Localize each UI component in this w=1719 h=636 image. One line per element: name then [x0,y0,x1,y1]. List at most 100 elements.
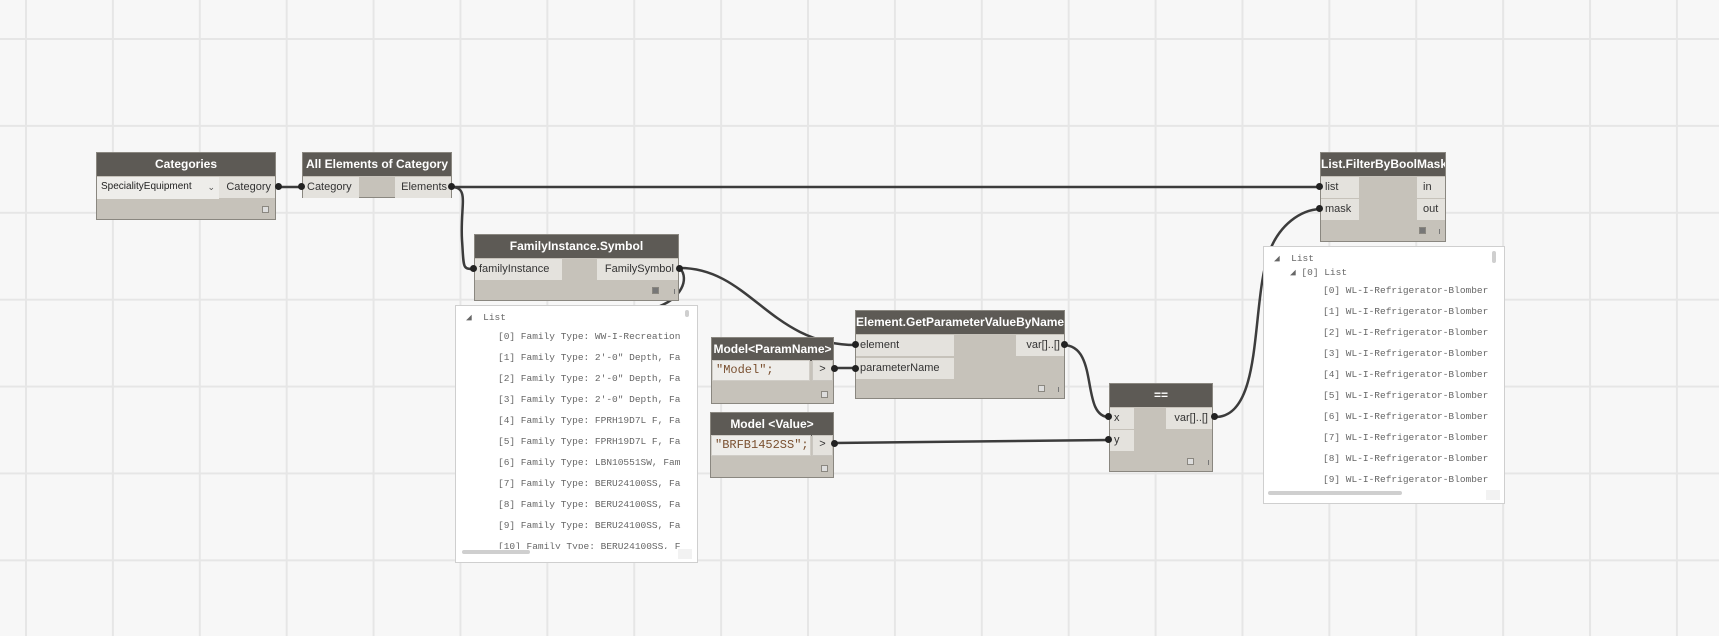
output-port-arrow[interactable]: > [812,360,833,381]
port-dot [676,265,683,272]
list-item: [5] Family Type: FPRH19D7L F, Fa [498,436,681,447]
list-item: [4] WL-I-Refrigerator-Blomber [1323,369,1489,380]
preview-root: ◢ List [466,312,506,323]
node-title: Element.GetParameterValueByName [856,311,1064,334]
input-port-category[interactable]: Category [303,177,359,198]
wire-value-to-y [833,438,1110,445]
port-dot [1211,413,1218,420]
info-tick-icon [1439,229,1440,234]
code-block-input[interactable]: "BRFB1452SS"; [711,435,811,456]
preview-toggle-icon[interactable] [1419,227,1426,234]
familysymbol-preview-list[interactable]: ◢ List [0] Family Type: WW-I-Recreation … [455,305,698,563]
preview-toggle-icon[interactable] [821,391,828,398]
categories-node[interactable]: Categories SpecialityEquipment ⌄ Categor… [96,152,276,220]
input-port-x[interactable]: x [1110,408,1134,429]
port-dot [852,341,859,348]
scroll-corner [1486,490,1500,500]
list-item: [4] Family Type: FPRH19D7L F, Fa [498,415,681,426]
model-paramname-node[interactable]: Model<ParamName> "Model"; > [711,337,834,404]
model-value-node[interactable]: Model <Value> "BRFB1452SS"; > [710,412,834,478]
node-title: List.FilterByBoolMask [1321,153,1445,176]
input-port-mask[interactable]: mask [1321,199,1359,220]
horizontal-scrollbar[interactable] [1268,491,1402,495]
port-dot [1105,436,1112,443]
wire-getparam-to-x [1062,343,1110,419]
node-title: All Elements of Category [303,153,451,176]
info-tick-icon [674,289,675,294]
preview-root: ◢ List [1274,253,1314,264]
list-item: [3] WL-I-Refrigerator-Blomber [1323,348,1489,359]
output-port-out[interactable]: out [1417,199,1445,220]
output-port-familysymbol[interactable]: FamilySymbol [597,259,678,280]
wire-familysymbol-to-element [679,266,857,347]
node-title: == [1110,384,1212,407]
list-item: [7] Family Type: BERU24100SS, Fa [498,478,681,489]
node-title: Model <Value> [711,413,833,436]
input-port-y[interactable]: y [1110,430,1134,451]
port-dot [852,365,859,372]
list-item: [1] WL-I-Refrigerator-Blomber [1323,306,1489,317]
input-port-element[interactable]: element [856,335,954,356]
output-port-var[interactable]: var[]..[] [1016,335,1064,356]
output-port-var[interactable]: var[]..[] [1166,408,1212,429]
equals-node[interactable]: == x y var[]..[] [1109,383,1213,472]
list-item: [5] WL-I-Refrigerator-Blomber [1323,390,1489,401]
port-dot [831,440,838,447]
input-port-list[interactable]: list [1321,177,1359,198]
port-dot [298,183,305,190]
vertical-scrollbar[interactable] [685,310,689,317]
wire-elements-to-familyinstance [450,185,475,271]
port-dot [1316,205,1323,212]
list-item: [0] Family Type: WW-I-Recreation [498,331,681,342]
chevron-down-icon: ⌄ [207,182,215,192]
filter-preview-list[interactable]: ◢ List ◢ [0] List [0] WL-I-Refrigerator-… [1263,246,1505,504]
node-title: FamilyInstance.Symbol [475,235,678,258]
list-item: [6] WL-I-Refrigerator-Blomber [1323,411,1489,422]
scroll-corner [678,549,692,559]
preview-sublist: ◢ [0] List [1290,267,1348,278]
port-dot [275,183,282,190]
port-dot [1061,341,1068,348]
node-title: Model<ParamName> [712,338,833,361]
list-item: [9] Family Type: BERU24100SS, Fa [498,520,681,531]
output-port-elements[interactable]: Elements [395,177,451,198]
port-dot [470,265,477,272]
info-tick-icon [1208,460,1209,465]
category-dropdown[interactable]: SpecialityEquipment ⌄ [97,177,219,199]
list-item: [6] Family Type: LBN10551SW, Fam [498,457,681,468]
input-port-parametername[interactable]: parameterName [856,358,954,379]
code-block-input[interactable]: "Model"; [712,360,810,381]
node-title: Categories [97,153,275,176]
all-elements-node[interactable]: All Elements of Category Category Elemen… [302,152,452,198]
port-dot [1105,413,1112,420]
list-item: [0] WL-I-Refrigerator-Blomber [1323,285,1489,296]
info-tick-icon [1058,387,1059,392]
input-port-familyinstance[interactable]: familyInstance [475,259,562,280]
port-dot [1316,183,1323,190]
output-port-category[interactable]: Category [219,177,275,198]
list-item: [2] WL-I-Refrigerator-Blomber [1323,327,1489,338]
dropdown-value: SpecialityEquipment [101,181,192,192]
preview-toggle-icon[interactable] [821,465,828,472]
vertical-scrollbar[interactable] [1492,251,1496,263]
list-item: [8] Family Type: BERU24100SS, Fa [498,499,681,510]
list-item: [7] WL-I-Refrigerator-Blomber [1323,432,1489,443]
port-dot [448,183,455,190]
list-item: [9] WL-I-Refrigerator-Blomber [1323,474,1489,485]
preview-toggle-icon[interactable] [652,287,659,294]
familyinstance-symbol-node[interactable]: FamilyInstance.Symbol familyInstance Fam… [474,234,679,301]
output-port-in[interactable]: in [1417,177,1445,198]
filter-bool-mask-node[interactable]: List.FilterByBoolMask list mask in out [1320,152,1446,242]
list-item: [2] Family Type: 2'-0" Depth, Fa [498,373,681,384]
preview-toggle-icon[interactable] [1187,458,1194,465]
list-item: [8] WL-I-Refrigerator-Blomber [1323,453,1489,464]
port-dot [831,365,838,372]
output-port-arrow[interactable]: > [812,435,833,456]
list-item: [1] Family Type: 2'-0" Depth, Fa [498,352,681,363]
get-parameter-node[interactable]: Element.GetParameterValueByName element … [855,310,1065,399]
preview-toggle-icon[interactable] [1038,385,1045,392]
list-item: [10] Family Type: BERU24100SS, F [498,541,681,549]
list-item: [3] Family Type: 2'-0" Depth, Fa [498,394,681,405]
preview-toggle-icon[interactable] [262,206,269,213]
horizontal-scrollbar[interactable] [462,550,530,554]
